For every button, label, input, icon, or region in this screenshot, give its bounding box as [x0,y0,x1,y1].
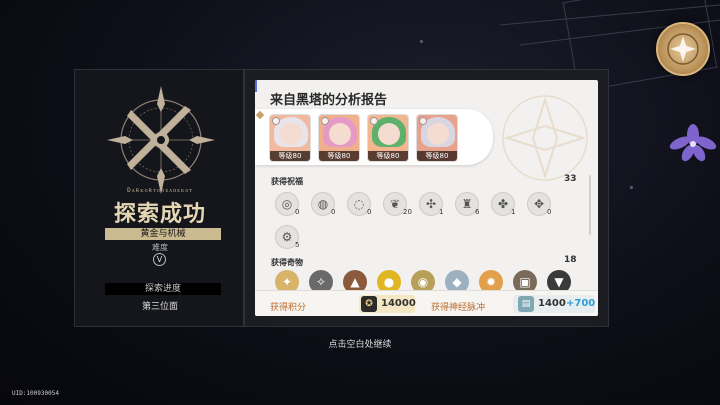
progress-label: 探索进度 [105,283,221,295]
portrait-face [378,123,400,145]
flower-decoration [669,124,717,162]
continue-hint[interactable]: 点击空白处继续 [0,337,720,350]
curios-count: 18 [564,255,577,265]
character-level: 等级80 [417,151,457,161]
character-level: 等级80 [319,151,359,161]
blessing-count: 0 [331,208,336,216]
character-card[interactable]: 等级80 [269,114,311,162]
pin-icon [255,110,265,120]
character-row: 等级80 等级80 等级80 等级80 [255,109,493,165]
blessings-label: 获得祝福 [271,177,303,186]
blessing-count: 0 [367,208,372,216]
pulse-bonus: +700 [566,298,596,309]
scrollbar[interactable] [589,175,591,235]
element-icon [370,117,378,125]
portrait-face [329,123,351,145]
run-summary-panel: Dᴀʀᴋᴏʀᴛᴏʀᴇᴀᴅᴇᴋᴏᴛ 探索成功 黄金与机械 难度 V 探索进度 第三… [74,69,244,327]
curios-label: 获得奇物 [271,258,303,267]
character-card[interactable]: 等级80 [416,114,458,162]
progress-value: 第三位面 [141,302,178,312]
blessing-count: 0 [547,208,552,216]
report-card: 来自黑塔的分析报告 等级80 等级80 等级80 等级80 获得祝福 33 ◎ 0… [255,80,598,316]
menu-emblem-button[interactable] [656,22,710,76]
result-title: 探索成功 [113,202,206,227]
watermark-icon [502,95,588,181]
element-icon [321,117,329,125]
report-panel: 来自黑塔的分析报告 等级80 等级80 等级80 等级80 获得祝福 33 ◎ 0… [244,69,609,327]
points-icon: ✪ [361,296,377,312]
pulse-icon: ▤ [518,296,534,312]
points-value: 14000 [381,298,416,309]
blessing-count: 5 [295,241,300,249]
points-label: 获得积分 [270,303,307,313]
character-card[interactable]: 等级80 [318,114,360,162]
compass-crest-icon [107,86,215,194]
blessing-count: 1 [511,208,516,216]
star-decoration [420,40,423,43]
blessing-count: 1 [439,208,444,216]
world-name: 黄金与机械 [105,228,221,240]
portrait-face [427,123,449,145]
character-card[interactable]: 等级80 [367,114,409,162]
rune-caption: Dᴀʀᴋᴏʀᴛᴏʀᴇᴀᴅᴇᴋᴏᴛ [127,187,193,194]
star-decoration [630,186,633,189]
title-accent [255,80,257,92]
character-level: 等级80 [270,151,310,161]
portrait-face [280,123,302,145]
uid-label: UID:100930054 [12,390,59,397]
pulse-label: 获得神经脉冲 [431,303,486,313]
rewards-bar: 获得积分 ✪ 14000 获得神经脉冲 ▤ 1400 +700 [255,290,598,316]
report-title: 来自黑塔的分析报告 [270,93,388,108]
element-icon [419,117,427,125]
difficulty-value: V [153,253,166,266]
character-level: 等级80 [368,151,408,161]
blessing-count: 20 [403,208,412,216]
element-icon [272,117,280,125]
blessings-count: 33 [564,174,577,184]
emblem-icon [667,33,699,65]
blessing-count: 0 [295,208,300,216]
blessing-count: 6 [475,208,480,216]
difficulty-label: 难度 [152,243,168,252]
pulse-value: 1400 [538,298,566,309]
